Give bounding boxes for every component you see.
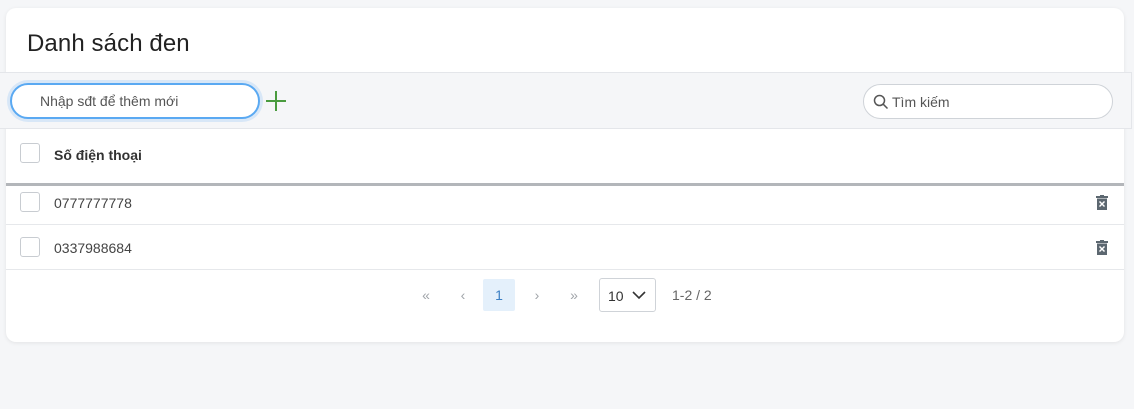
plus-icon (266, 91, 286, 111)
row-checkbox[interactable] (20, 237, 40, 257)
table-row: 0777777778 (6, 180, 1124, 225)
delete-button[interactable] (1096, 240, 1108, 255)
pagination: « ‹ 1 › » 10 1-2 / 2 (6, 278, 1124, 312)
search-icon (873, 94, 889, 110)
add-phone-input[interactable] (10, 83, 260, 119)
phone-cell: 0337988684 (54, 240, 132, 256)
page-size-select[interactable]: 10 (599, 278, 656, 312)
search-box[interactable] (863, 84, 1113, 119)
phone-cell: 0777777778 (54, 195, 132, 211)
last-page-button[interactable]: » (558, 279, 590, 311)
toolbar (0, 72, 1132, 129)
delete-button[interactable] (1096, 195, 1108, 210)
add-button[interactable] (264, 89, 288, 113)
row-checkbox[interactable] (20, 192, 40, 212)
first-page-button[interactable]: « (410, 279, 442, 311)
column-header-phone: Số điện thoại (54, 147, 142, 163)
page-title: Danh sách đen (27, 30, 190, 57)
page-1-button[interactable]: 1 (483, 279, 515, 311)
table-header: Số điện thoại (6, 129, 1124, 186)
blacklist-card: Danh sách đen Số điện thoại 0777777778 (0, 8, 1132, 342)
page-size-value: 10 (608, 288, 624, 304)
search-input[interactable] (892, 86, 1102, 117)
chevron-down-icon (632, 291, 646, 300)
trash-icon (1096, 195, 1108, 210)
select-all-checkbox[interactable] (20, 143, 40, 163)
table-row: 0337988684 (6, 225, 1124, 270)
next-page-button[interactable]: › (521, 279, 553, 311)
prev-page-button[interactable]: ‹ (447, 279, 479, 311)
range-info: 1-2 / 2 (672, 287, 712, 303)
trash-icon (1096, 240, 1108, 255)
